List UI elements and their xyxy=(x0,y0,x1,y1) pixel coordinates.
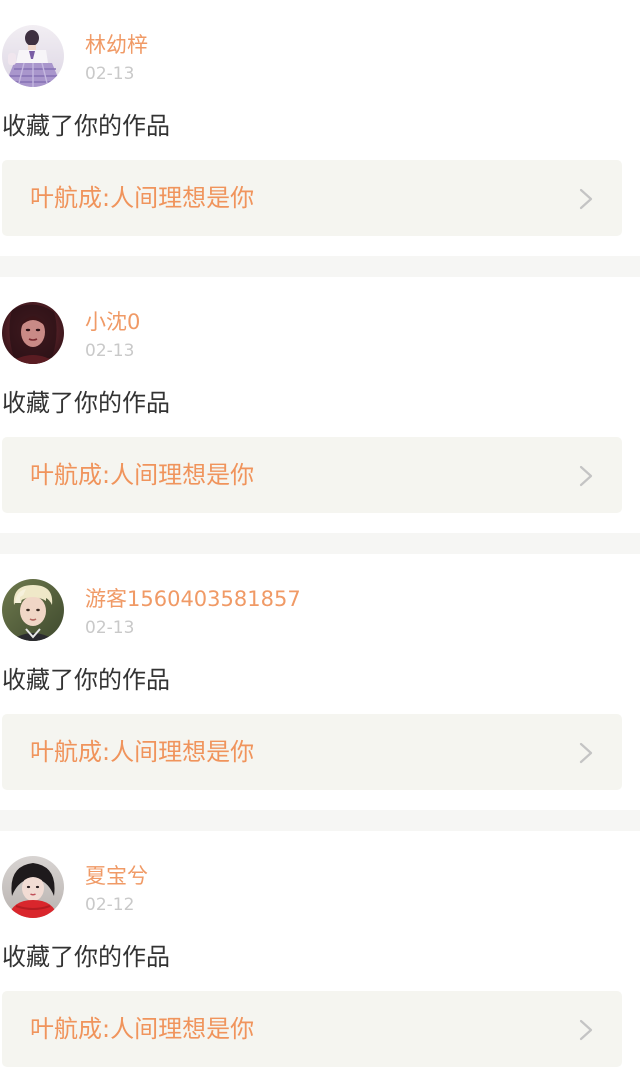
avatar-girl-red-scarf-icon xyxy=(2,856,64,918)
work-title: 叶航成:人间理想是你 xyxy=(30,184,255,212)
avatar-dark-red-portrait-icon xyxy=(2,302,64,364)
avatar-blond-boy-icon xyxy=(2,579,64,641)
chevron-right-icon xyxy=(578,188,594,210)
notification-card: 游客1560403581857 02-13 收藏了你的作品 叶航成:人间理想是你 xyxy=(0,554,640,810)
username-link[interactable]: 林幼梓 xyxy=(85,31,148,59)
notification-card: 小沈0 02-13 收藏了你的作品 叶航成:人间理想是你 xyxy=(0,277,640,533)
user-avatar[interactable] xyxy=(2,25,64,87)
action-text: 收藏了你的作品 xyxy=(2,112,170,140)
user-avatar[interactable] xyxy=(2,856,64,918)
work-title: 叶航成:人间理想是你 xyxy=(30,1015,255,1043)
work-link-button[interactable]: 叶航成:人间理想是你 xyxy=(2,991,622,1067)
work-link-button[interactable]: 叶航成:人间理想是你 xyxy=(2,714,622,790)
work-link-button[interactable]: 叶航成:人间理想是你 xyxy=(2,437,622,513)
card-separator xyxy=(0,256,640,277)
work-title: 叶航成:人间理想是你 xyxy=(30,738,255,766)
notification-date: 02-12 xyxy=(85,895,135,915)
avatar-girl-lavender-uniform-icon xyxy=(2,25,64,87)
username-link[interactable]: 夏宝兮 xyxy=(85,862,148,890)
notification-date: 02-13 xyxy=(85,618,135,638)
action-text: 收藏了你的作品 xyxy=(2,666,170,694)
notification-card: 林幼梓 02-13 收藏了你的作品 叶航成:人间理想是你 xyxy=(0,0,640,256)
notification-feed: 林幼梓 02-13 收藏了你的作品 叶航成:人间理想是你 小沈0 02-13 收… xyxy=(0,0,640,1087)
work-link-button[interactable]: 叶航成:人间理想是你 xyxy=(2,160,622,236)
user-avatar[interactable] xyxy=(2,302,64,364)
username-link[interactable]: 小沈0 xyxy=(85,308,140,336)
notification-date: 02-13 xyxy=(85,341,135,361)
notification-card: 夏宝兮 02-12 收藏了你的作品 叶航成:人间理想是你 xyxy=(0,831,640,1087)
card-separator xyxy=(0,533,640,554)
user-avatar[interactable] xyxy=(2,579,64,641)
action-text: 收藏了你的作品 xyxy=(2,943,170,971)
chevron-right-icon xyxy=(578,742,594,764)
card-separator xyxy=(0,810,640,831)
work-title: 叶航成:人间理想是你 xyxy=(30,461,255,489)
notification-date: 02-13 xyxy=(85,64,135,84)
chevron-right-icon xyxy=(578,1019,594,1041)
action-text: 收藏了你的作品 xyxy=(2,389,170,417)
chevron-right-icon xyxy=(578,465,594,487)
username-link[interactable]: 游客1560403581857 xyxy=(85,585,301,613)
